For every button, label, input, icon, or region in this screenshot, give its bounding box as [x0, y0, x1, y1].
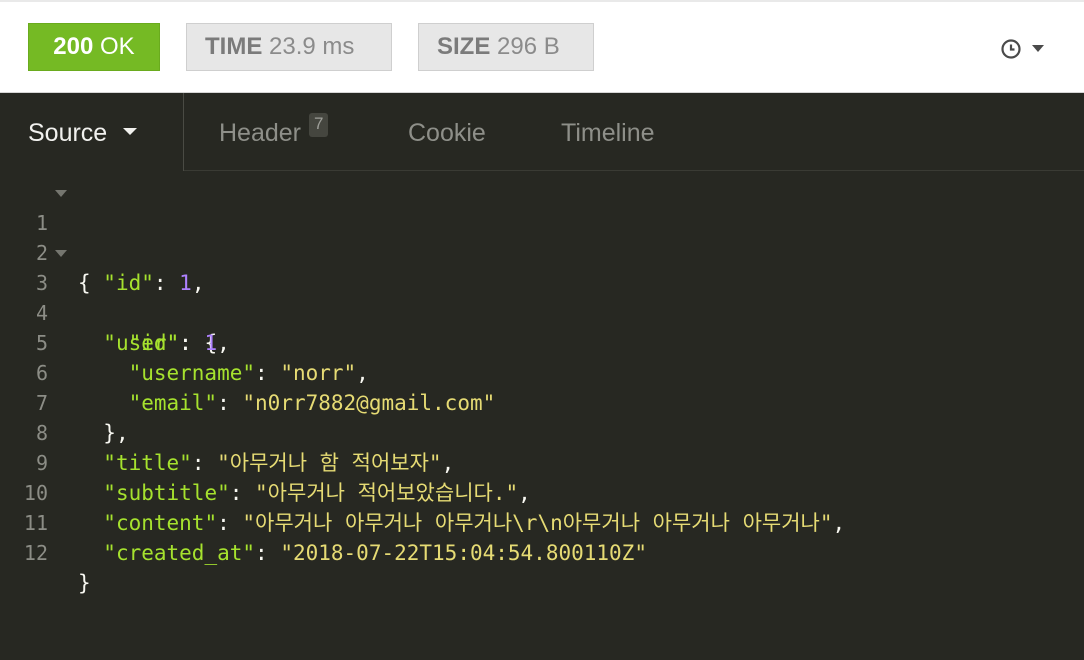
clock-icon	[1001, 39, 1021, 59]
code-line: 8 "title": "아무거나 함 적어보자",	[0, 388, 454, 475]
json-key: "email"	[128, 391, 218, 415]
json-key: "subtitle"	[103, 481, 230, 505]
response-status-bar: 200 OK TIME 23.9 ms SIZE 296 B	[0, 0, 1084, 93]
json-string: "n0rr7882@gmail.com"	[242, 391, 496, 415]
tab-cookie[interactable]: Cookie	[408, 93, 486, 171]
status-code: 200	[53, 33, 94, 60]
json-key: "content"	[103, 511, 218, 535]
size-value: 296 B	[497, 33, 560, 60]
code-line: 2 "id": 1,	[0, 208, 205, 295]
tab-header-label: Header	[219, 119, 301, 147]
tab-source[interactable]: Source	[0, 93, 184, 171]
code-line: 4 "id": 1,	[0, 268, 230, 355]
chevron-down-icon	[123, 127, 138, 135]
tab-timeline[interactable]: Timeline	[561, 93, 655, 171]
header-count-badge: 7	[309, 113, 329, 137]
json-string: "아무거나 함 적어보자"	[217, 451, 442, 475]
tab-header[interactable]: Header 7	[219, 93, 329, 171]
fold-arrow-icon[interactable]	[55, 190, 67, 197]
time-badge: TIME 23.9 ms	[186, 23, 392, 71]
code-line: 10 "content": "아무거나 아무거나 아무거나\r\n아무거나 아무…	[0, 448, 845, 535]
json-number: 1	[179, 271, 192, 295]
code-line: 5 "username": "norr",	[0, 298, 369, 385]
response-tabs: Source Header 7 Cookie Timeline	[0, 93, 1084, 171]
history-dropdown-button[interactable]	[998, 36, 1052, 62]
tab-source-label: Source	[28, 119, 108, 147]
code-line: 9 "subtitle": "아무거나 적어보았습니다.",	[0, 418, 531, 505]
tabs-divider	[184, 170, 1084, 171]
code-line: 7 },	[0, 358, 129, 445]
size-badge: SIZE 296 B	[418, 23, 594, 71]
json-key: "id"	[128, 331, 180, 355]
time-value: 23.9 ms	[269, 33, 355, 60]
fold-arrow-icon[interactable]	[55, 250, 67, 257]
json-string: "아무거나 아무거나 아무거나\r\n아무거나 아무거나 아무거나"	[242, 511, 833, 535]
code-line: 3 "user": {	[0, 238, 217, 355]
size-label: SIZE	[437, 33, 491, 60]
json-key: "created_at"	[103, 541, 256, 565]
status-badge: 200 OK	[28, 23, 160, 71]
json-string: "2018-07-22T15:04:54.800110Z"	[280, 541, 647, 565]
json-key: "title"	[103, 451, 192, 475]
json-string: "norr"	[280, 361, 357, 385]
chevron-down-icon	[1032, 45, 1044, 52]
json-number: 1	[204, 331, 218, 355]
status-text: OK	[100, 33, 135, 60]
code-line: 1 {	[0, 178, 91, 295]
tab-cookie-label: Cookie	[408, 119, 486, 147]
response-body-viewer[interactable]: 1 { 2 "id": 1, 3 "user": { 4 "id": 1, 5 …	[0, 178, 1084, 660]
code-line: 11 "created_at": "2018-07-22T15:04:54.80…	[0, 478, 647, 565]
json-key: "id"	[103, 271, 154, 295]
line-number: 12	[23, 541, 48, 565]
json-key: "username"	[128, 361, 256, 385]
time-label: TIME	[205, 33, 263, 60]
json-string: "아무거나 적어보았습니다."	[255, 481, 519, 505]
tab-timeline-label: Timeline	[561, 119, 655, 147]
code-line: 6 "email": "n0rr7882@gmail.com"	[0, 328, 495, 415]
code-line: 12 }	[0, 508, 91, 595]
